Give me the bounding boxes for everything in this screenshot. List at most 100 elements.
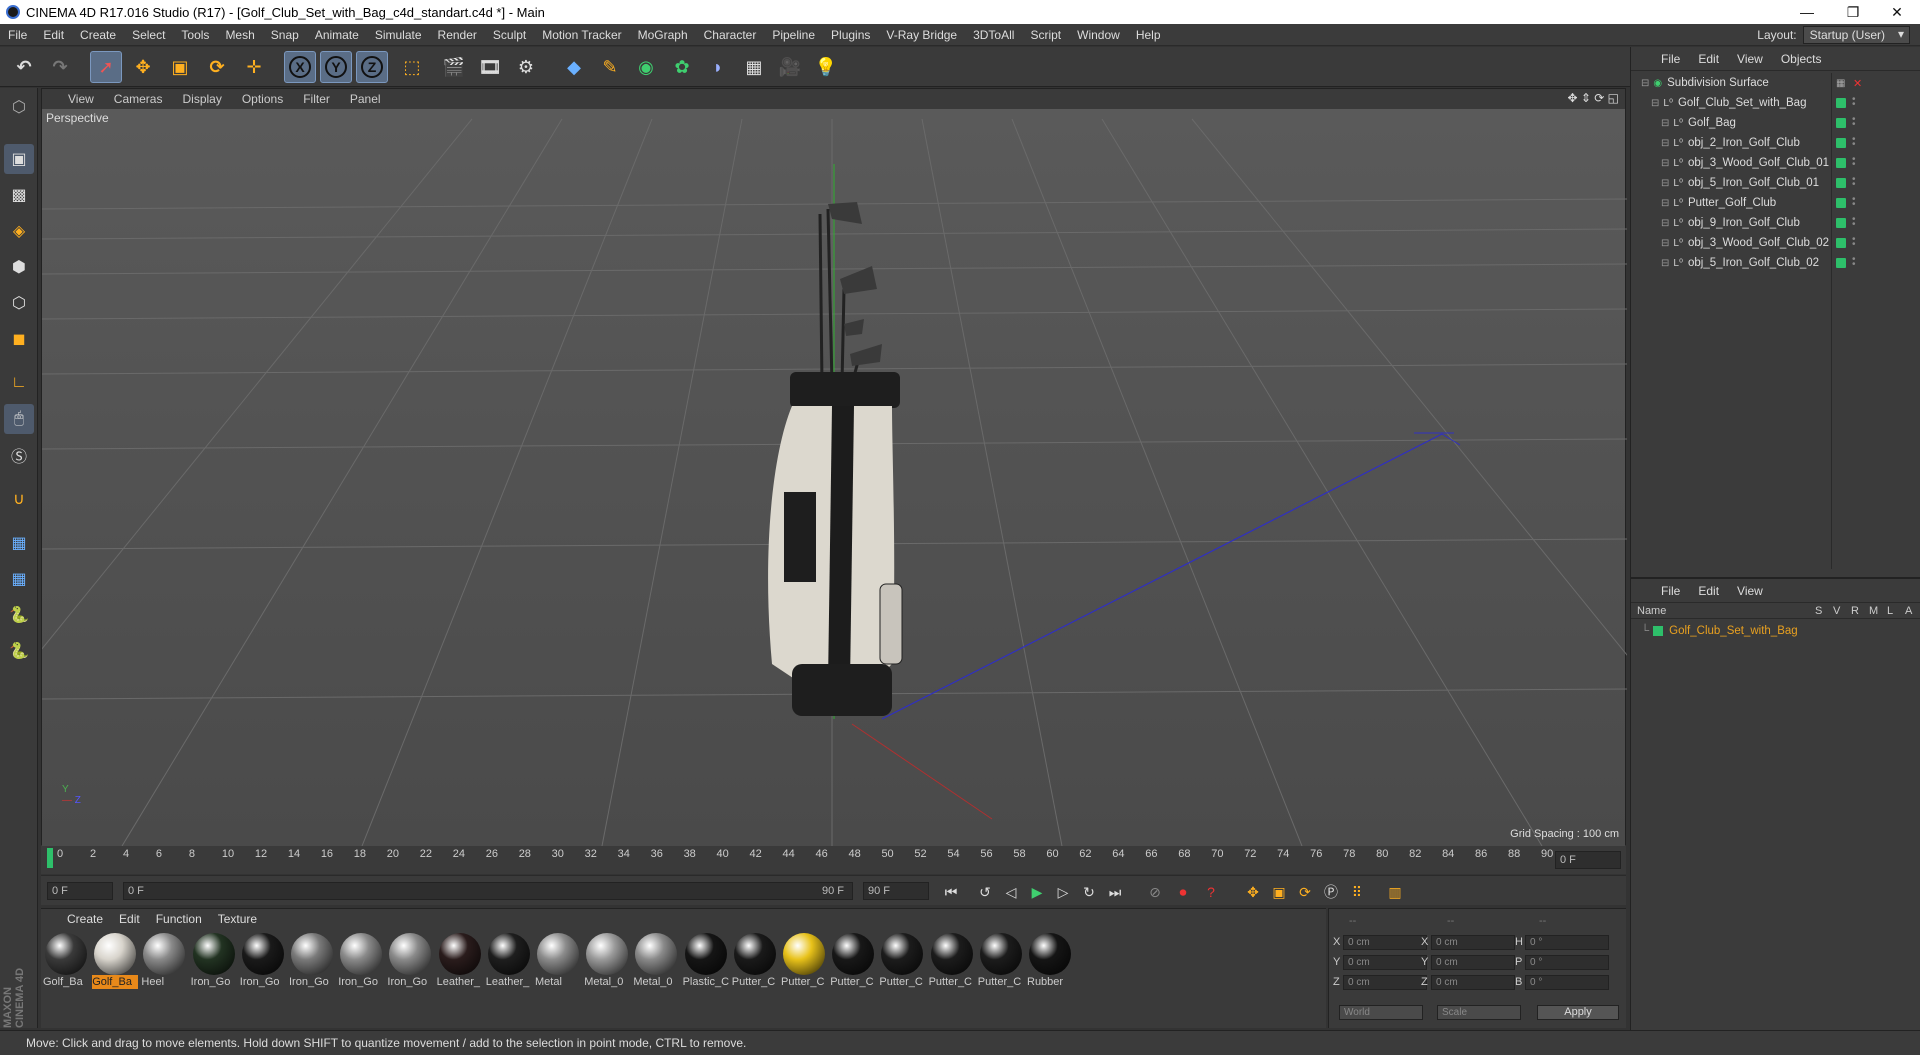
expand-toggle-icon[interactable]: ⊟ (1661, 258, 1669, 269)
undo-icon[interactable]: ↶ (8, 51, 40, 83)
object-menu-objects[interactable]: Objects (1781, 52, 1822, 66)
menu-item-sculpt[interactable]: Sculpt (485, 28, 534, 42)
preview-range-slider[interactable]: 0 F 90 F (123, 882, 853, 900)
coord-value-field[interactable]: 0 cm (1431, 955, 1515, 970)
layer-menu-view[interactable]: View (1737, 584, 1763, 598)
material-menu-edit[interactable]: Edit (119, 912, 140, 926)
menu-item-help[interactable]: Help (1128, 28, 1169, 42)
coord-value-field[interactable]: 0 cm (1343, 935, 1427, 950)
material-swatch[interactable]: Putter_C (978, 933, 1024, 993)
layer-menu-file[interactable]: File (1661, 584, 1680, 598)
material-swatch[interactable]: Metal_0 (584, 933, 630, 993)
visibility-dots-icon[interactable]: • • (1852, 135, 1856, 150)
menu-item-render[interactable]: Render (430, 28, 485, 42)
scale-icon[interactable]: ▣ (164, 51, 196, 83)
material-swatch[interactable]: Metal_0 (633, 933, 679, 993)
coord-value-field[interactable]: 0 ° (1525, 975, 1609, 990)
end-frame-field[interactable]: 90 F (863, 882, 929, 900)
render-view-icon[interactable]: 🎬 (438, 51, 470, 83)
menu-item-script[interactable]: Script (1022, 28, 1069, 42)
object-menu-view[interactable]: View (1737, 52, 1763, 66)
visibility-dots-icon[interactable]: • • (1852, 215, 1856, 230)
mograph-cloner-icon[interactable]: ✿ (666, 51, 698, 83)
material-swatch[interactable]: Golf_Ba (43, 933, 89, 993)
max-frame-field[interactable]: 0 F (1555, 851, 1621, 869)
object-row[interactable]: ⊟ L⁰ Golf_Club_Set_with_Bag • • (1631, 93, 1920, 113)
visibility-dots-icon[interactable]: • • (1852, 175, 1856, 190)
play-icon[interactable]: ▶ (1025, 881, 1049, 903)
material-swatch[interactable]: Iron_Go (240, 933, 286, 993)
key-pla-icon[interactable]: ⠿ (1345, 881, 1369, 903)
material-menu-function[interactable]: Function (156, 912, 202, 926)
key-position-icon[interactable]: ✥ (1241, 881, 1265, 903)
material-swatch[interactable]: Iron_Go (387, 933, 433, 993)
visibility-dots-icon[interactable]: • • (1852, 95, 1856, 110)
coord-value-field[interactable]: 0 ° (1525, 955, 1609, 970)
key-parameter-icon[interactable]: Ⓟ (1319, 881, 1343, 903)
key-scale-icon[interactable]: ▣ (1267, 881, 1291, 903)
menu-item-window[interactable]: Window (1069, 28, 1128, 42)
object-menu-edit[interactable]: Edit (1698, 52, 1719, 66)
make-editable-icon[interactable]: ⬡ (4, 92, 34, 122)
material-swatch[interactable]: Putter_C (929, 933, 975, 993)
python-console-icon[interactable]: 🐍 (4, 636, 34, 666)
previous-frame-icon[interactable]: ◁ (999, 881, 1023, 903)
material-swatch[interactable]: Putter_C (879, 933, 925, 993)
points-mode-icon[interactable]: ⬢ (4, 252, 34, 282)
restore-icon[interactable]: ❐ (1830, 0, 1876, 24)
current-frame-marker[interactable] (47, 848, 53, 868)
visibility-icon[interactable]: ▦ (1836, 78, 1845, 89)
go-to-start-icon[interactable]: ⏮ (939, 881, 963, 903)
planar-workplane-icon[interactable]: ▦ (4, 564, 34, 594)
material-swatch[interactable]: Rubber (1027, 933, 1073, 993)
layout-select[interactable]: Startup (User) (1802, 26, 1910, 44)
material-swatch[interactable]: Iron_Go (338, 933, 384, 993)
menu-item-mograph[interactable]: MoGraph (630, 28, 696, 42)
menu-item-select[interactable]: Select (124, 28, 173, 42)
material-swatch[interactable]: Putter_C (732, 933, 778, 993)
x-axis-lock-button[interactable]: X (284, 51, 316, 83)
coord-value-field[interactable]: 0 cm (1343, 955, 1427, 970)
coord-value-field[interactable]: 0 ° (1525, 935, 1609, 950)
expand-toggle-icon[interactable]: ⊟ (1651, 98, 1659, 109)
next-key-icon[interactable]: ↻ (1077, 881, 1101, 903)
expand-toggle-icon[interactable]: ⊟ (1661, 218, 1669, 229)
current-frame-field[interactable]: 0 F (47, 882, 113, 900)
coordinate-mode-select[interactable]: World (1339, 1005, 1423, 1020)
material-menu-texture[interactable]: Texture (218, 912, 257, 926)
object-row[interactable]: ⊟ ◉ Subdivision Surface ▦ ✕ (1631, 73, 1920, 93)
live-selection-icon[interactable]: ➚ (90, 51, 122, 83)
material-swatch[interactable]: Heel (141, 933, 187, 993)
minimize-icon[interactable]: — (1784, 0, 1830, 24)
material-swatch[interactable]: Iron_Go (191, 933, 237, 993)
menu-item-motion-tracker[interactable]: Motion Tracker (534, 28, 629, 42)
deformer-icon[interactable]: ◗ (702, 51, 734, 83)
menu-item-snap[interactable]: Snap (263, 28, 307, 42)
key-rotation-icon[interactable]: ⟳ (1293, 881, 1317, 903)
menu-item-v-ray-bridge[interactable]: V-Ray Bridge (878, 28, 965, 42)
tweak-mode-icon[interactable]: 🖱 (4, 404, 34, 434)
viewport-menu-options[interactable]: Options (242, 92, 283, 106)
workplane-lock-icon[interactable]: ▦ (4, 528, 34, 558)
material-swatch[interactable]: Metal (535, 933, 581, 993)
material-swatch[interactable]: Leather_ (486, 933, 532, 993)
visibility-dots-icon[interactable]: • • (1852, 235, 1856, 250)
menu-item-file[interactable]: File (0, 28, 35, 42)
menu-item-animate[interactable]: Animate (307, 28, 367, 42)
menu-item-tools[interactable]: Tools (173, 28, 217, 42)
camera-icon[interactable]: 🎥 (774, 51, 806, 83)
render-settings-icon[interactable]: ⚙ (510, 51, 542, 83)
polygons-mode-icon[interactable]: ◼ (4, 324, 34, 354)
viewport-menu-cameras[interactable]: Cameras (114, 92, 163, 106)
close-icon[interactable]: ✕ (1874, 0, 1920, 24)
apply-button[interactable]: Apply (1537, 1005, 1619, 1020)
viewport-menu-panel[interactable]: Panel (350, 92, 381, 106)
object-menu-file[interactable]: File (1661, 52, 1680, 66)
texture-mode-icon[interactable]: ▩ (4, 180, 34, 210)
previous-key-icon[interactable]: ↺ (973, 881, 997, 903)
material-swatch[interactable]: Golf_Ba (92, 933, 139, 993)
cube-icon[interactable]: ◆ (558, 51, 590, 83)
menu-item-character[interactable]: Character (696, 28, 765, 42)
object-row[interactable]: ⊟ L⁰ obj_3_Wood_Golf_Club_02 • • (1631, 233, 1920, 253)
material-swatch[interactable]: Putter_C (781, 933, 827, 993)
